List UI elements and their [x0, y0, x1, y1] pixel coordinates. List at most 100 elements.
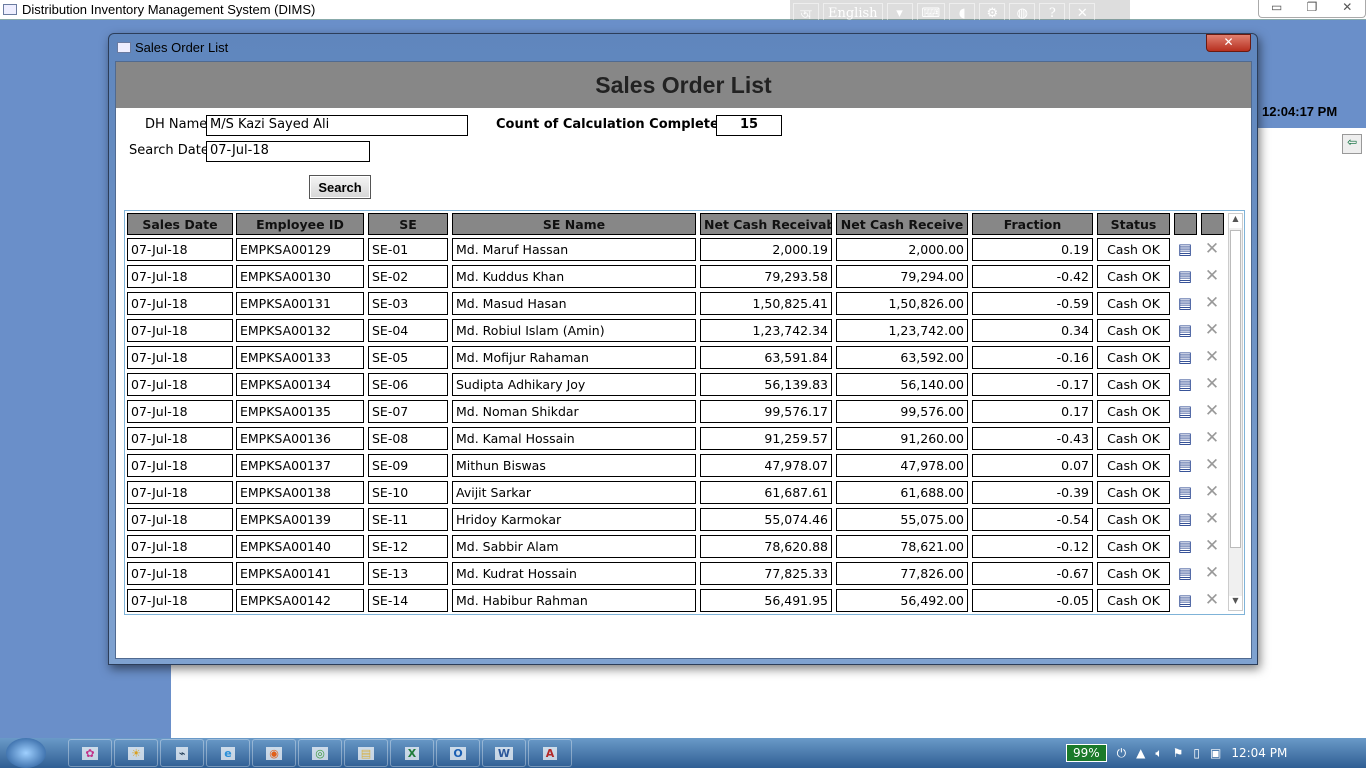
taskbar-app-firefox[interactable]: ◉ [252, 739, 296, 767]
se-code-cell: SE-06 [368, 373, 448, 396]
delete-icon[interactable]: ✕ [1203, 456, 1221, 474]
sales-date-cell: 07-Jul-18 [127, 346, 233, 369]
restore-button[interactable]: ❐ [1294, 0, 1329, 17]
taskbar: ✿ ☀ ⌁ e ◉ ◎ ▤ X O W A 99% ⏻ ▲ 🔈︎ ⚑ ▯ ▣ 12:04 PM [0, 738, 1366, 768]
status-cell[interactable]: Cash OK [1097, 400, 1170, 423]
fraction-cell: -0.39 [972, 481, 1093, 504]
delete-icon[interactable]: ✕ [1203, 294, 1221, 312]
net-cash-receive-cell: 56,140.00 [836, 373, 968, 396]
view-details-icon[interactable]: ▤ [1176, 510, 1194, 528]
search-button[interactable]: Search [309, 175, 371, 199]
delete-icon[interactable]: ✕ [1203, 483, 1221, 501]
delete-icon[interactable]: ✕ [1203, 240, 1221, 258]
dialog-caption: Sales Order List [135, 40, 229, 55]
form-icon [117, 42, 131, 53]
taskbar-app-excel[interactable]: X [390, 739, 434, 767]
taskbar-app-paw[interactable]: ☀ [114, 739, 158, 767]
view-details-icon[interactable]: ▤ [1176, 591, 1194, 609]
taskbar-app-access[interactable]: A [528, 739, 572, 767]
volume-icon[interactable]: 🔈︎ [1155, 746, 1162, 761]
se-code-cell: SE-13 [368, 562, 448, 585]
taskbar-app-terminal[interactable]: ⌁ [160, 739, 204, 767]
sales-date-cell: 07-Jul-18 [127, 265, 233, 288]
fraction-cell: -0.12 [972, 535, 1093, 558]
status-cell[interactable]: Cash OK [1097, 319, 1170, 342]
dh-name-field[interactable]: M/S Kazi Sayed Ali [206, 115, 468, 136]
status-cell[interactable]: Cash OK [1097, 292, 1170, 315]
status-cell[interactable]: Cash OK [1097, 535, 1170, 558]
view-details-icon[interactable]: ▤ [1176, 564, 1194, 582]
scroll-down-icon[interactable]: ▼ [1229, 596, 1242, 610]
status-cell[interactable]: Cash OK [1097, 589, 1170, 612]
paw-icon: ☀ [128, 746, 144, 760]
power-plug-icon[interactable]: ⏻ [1117, 746, 1127, 761]
view-details-icon[interactable]: ▤ [1176, 240, 1194, 258]
taskbar-app-outlook[interactable]: O [436, 739, 480, 767]
taskbar-app-chrome[interactable]: ◎ [298, 739, 342, 767]
delete-icon[interactable]: ✕ [1203, 537, 1221, 555]
delete-icon[interactable]: ✕ [1203, 510, 1221, 528]
net-cash-receive-cell: 63,592.00 [836, 346, 968, 369]
status-cell[interactable]: Cash OK [1097, 346, 1170, 369]
sales-date-cell: 07-Jul-18 [127, 292, 233, 315]
view-details-icon[interactable]: ▤ [1176, 294, 1194, 312]
view-details-icon[interactable]: ▤ [1176, 348, 1194, 366]
taskbar-app-internet-explorer[interactable]: e [206, 739, 250, 767]
net-cash-receive-cell: 56,492.00 [836, 589, 968, 612]
view-details-icon[interactable]: ▤ [1176, 375, 1194, 393]
net-cash-receive-cell: 1,23,742.00 [836, 319, 968, 342]
sales-date-cell: 07-Jul-18 [127, 319, 233, 342]
search-date-field[interactable]: 07-Jul-18 [206, 141, 370, 162]
status-cell[interactable]: Cash OK [1097, 481, 1170, 504]
scroll-up-icon[interactable]: ▲ [1229, 214, 1242, 228]
view-details-icon[interactable]: ▤ [1176, 456, 1194, 474]
sales-date-cell: 07-Jul-18 [127, 535, 233, 558]
view-details-icon[interactable]: ▤ [1176, 402, 1194, 420]
status-cell[interactable]: Cash OK [1097, 562, 1170, 585]
delete-icon[interactable]: ✕ [1203, 429, 1221, 447]
flag-icon[interactable]: ⚑ [1173, 746, 1184, 760]
employee-id-cell: EMPKSA00137 [236, 454, 364, 477]
minimize-button[interactable]: ▭ [1259, 0, 1294, 17]
view-details-icon[interactable]: ▤ [1176, 267, 1194, 285]
view-details-icon[interactable]: ▤ [1176, 429, 1194, 447]
employee-id-cell: EMPKSA00142 [236, 589, 364, 612]
se-name-cell: Md. Habibur Rahman [452, 589, 696, 612]
fraction-cell: 0.17 [972, 400, 1093, 423]
view-details-icon[interactable]: ▤ [1176, 321, 1194, 339]
taskbar-app-word[interactable]: W [482, 739, 526, 767]
taskbar-app-explorer[interactable]: ▤ [344, 739, 388, 767]
column-header-action-8 [1174, 213, 1197, 235]
column-header-net-cash-receive: Net Cash Receive [836, 213, 968, 235]
status-cell[interactable]: Cash OK [1097, 454, 1170, 477]
delete-icon[interactable]: ✕ [1203, 402, 1221, 420]
exit-door-icon[interactable]: ⇦ [1342, 134, 1362, 154]
close-button[interactable]: ✕ [1330, 0, 1365, 17]
delete-icon[interactable]: ✕ [1203, 321, 1221, 339]
device-icon[interactable]: ▯ [1193, 746, 1200, 760]
fraction-cell: -0.67 [972, 562, 1093, 585]
show-hidden-icon[interactable]: ▲ [1136, 746, 1145, 760]
scroll-thumb[interactable] [1230, 230, 1241, 548]
delete-icon[interactable]: ✕ [1203, 267, 1221, 285]
delete-icon[interactable]: ✕ [1203, 591, 1221, 609]
taskbar-app-paint[interactable]: ✿ [68, 739, 112, 767]
taskbar-clock[interactable]: 12:04 PM [1231, 746, 1287, 760]
status-cell[interactable]: Cash OK [1097, 508, 1170, 531]
delete-icon[interactable]: ✕ [1203, 375, 1221, 393]
scrollbar[interactable]: ▲ ▼ [1228, 213, 1243, 611]
status-cell[interactable]: Cash OK [1097, 427, 1170, 450]
dialog-close-button[interactable]: ✕ [1206, 34, 1251, 52]
battery-indicator[interactable]: 99% [1066, 744, 1107, 762]
view-details-icon[interactable]: ▤ [1176, 483, 1194, 501]
sales-date-cell: 07-Jul-18 [127, 238, 233, 261]
status-cell[interactable]: Cash OK [1097, 265, 1170, 288]
status-cell[interactable]: Cash OK [1097, 238, 1170, 261]
status-cell[interactable]: Cash OK [1097, 373, 1170, 396]
delete-icon[interactable]: ✕ [1203, 564, 1221, 582]
delete-icon[interactable]: ✕ [1203, 348, 1221, 366]
start-button[interactable] [6, 738, 46, 768]
network-icon[interactable]: ▣ [1210, 746, 1221, 760]
view-details-icon[interactable]: ▤ [1176, 537, 1194, 555]
net-cash-receivable-cell: 1,23,742.34 [700, 319, 832, 342]
